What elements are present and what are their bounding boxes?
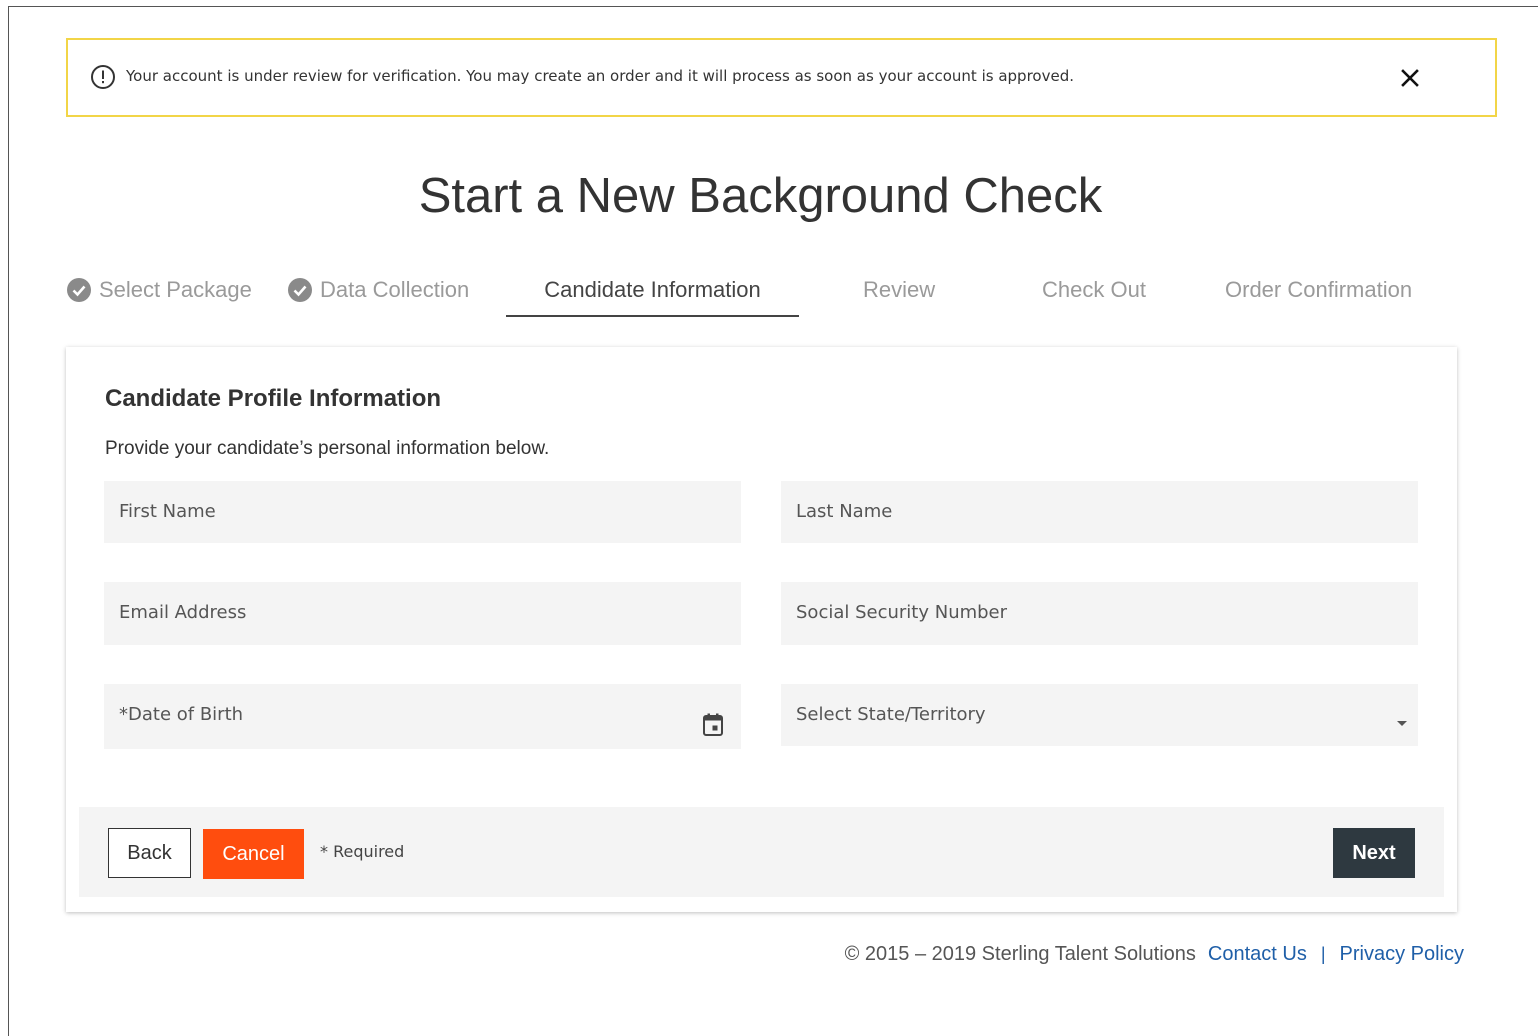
exclamation-circle-icon xyxy=(91,65,115,89)
card-subtitle: Provide your candidate’s personal inform… xyxy=(105,438,550,459)
date-of-birth-placeholder: *Date of Birth xyxy=(119,704,244,725)
close-icon[interactable] xyxy=(1398,66,1422,90)
step-review[interactable]: Review xyxy=(863,265,935,315)
verification-alert: Your account is under review for verific… xyxy=(66,38,1497,117)
copyright-text: © 2015 – 2019 Sterling Talent Solutions xyxy=(844,943,1196,965)
check-circle-icon xyxy=(288,278,312,302)
state-territory-placeholder: Select State/Territory xyxy=(796,704,986,725)
candidate-profile-card: Candidate Profile Information Provide yo… xyxy=(66,347,1457,912)
step-label: Select Package xyxy=(99,277,252,302)
next-button[interactable]: Next xyxy=(1333,828,1415,878)
cancel-button[interactable]: Cancel xyxy=(203,829,304,879)
step-data-collection[interactable]: Data Collection xyxy=(288,265,469,315)
card-title: Candidate Profile Information xyxy=(105,385,442,412)
ssn-placeholder: Social Security Number xyxy=(796,602,1008,623)
last-name-field[interactable]: Last Name xyxy=(781,481,1418,543)
step-label: Candidate Information xyxy=(544,277,761,302)
email-placeholder: Email Address xyxy=(119,602,247,623)
check-circle-icon xyxy=(67,278,91,302)
step-label: Order Confirmation xyxy=(1225,277,1413,302)
privacy-policy-link[interactable]: Privacy Policy xyxy=(1340,943,1464,966)
footer-separator: | xyxy=(1320,944,1326,964)
alert-message: Your account is under review for verific… xyxy=(126,67,1074,85)
calendar-icon[interactable] xyxy=(701,712,725,738)
caret-down-icon xyxy=(1397,721,1407,726)
contact-us-link[interactable]: Contact Us xyxy=(1208,943,1307,966)
first-name-field[interactable]: First Name xyxy=(104,481,741,543)
email-field[interactable]: Email Address xyxy=(104,582,741,645)
step-candidate-information[interactable]: Candidate Information xyxy=(506,265,799,317)
step-order-confirmation[interactable]: Order Confirmation xyxy=(1225,265,1412,315)
page-title: Start a New Background Check xyxy=(418,169,1103,223)
progress-steps: Select Package Data Collection Candidate… xyxy=(0,265,1538,321)
form-action-bar: Back Cancel * Required Next xyxy=(79,807,1444,897)
date-of-birth-field[interactable]: *Date of Birth xyxy=(104,684,741,749)
state-territory-select[interactable]: Select State/Territory xyxy=(781,684,1418,746)
step-label: Data Collection xyxy=(320,277,470,302)
back-button[interactable]: Back xyxy=(108,828,191,878)
last-name-placeholder: Last Name xyxy=(796,501,893,522)
step-select-package[interactable]: Select Package xyxy=(67,265,252,315)
ssn-field[interactable]: Social Security Number xyxy=(781,582,1418,645)
step-check-out[interactable]: Check Out xyxy=(1042,265,1146,315)
required-note: * Required xyxy=(320,842,405,861)
step-label: Review xyxy=(863,277,936,302)
page-footer: © 2015 – 2019 Sterling Talent Solutions … xyxy=(845,943,1464,966)
step-label: Check Out xyxy=(1042,277,1146,302)
first-name-placeholder: First Name xyxy=(119,501,216,522)
